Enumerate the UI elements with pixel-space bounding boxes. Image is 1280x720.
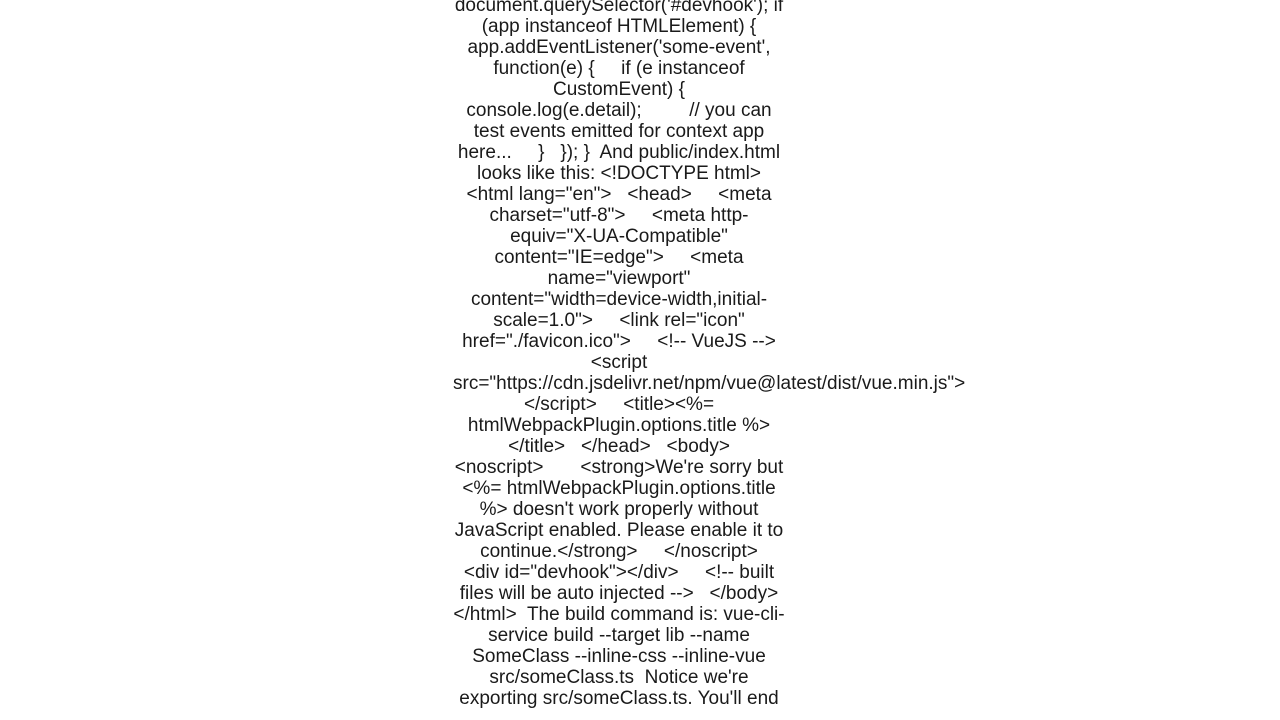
document-content: document.querySelector('#devhook'); if (… xyxy=(453,0,785,709)
